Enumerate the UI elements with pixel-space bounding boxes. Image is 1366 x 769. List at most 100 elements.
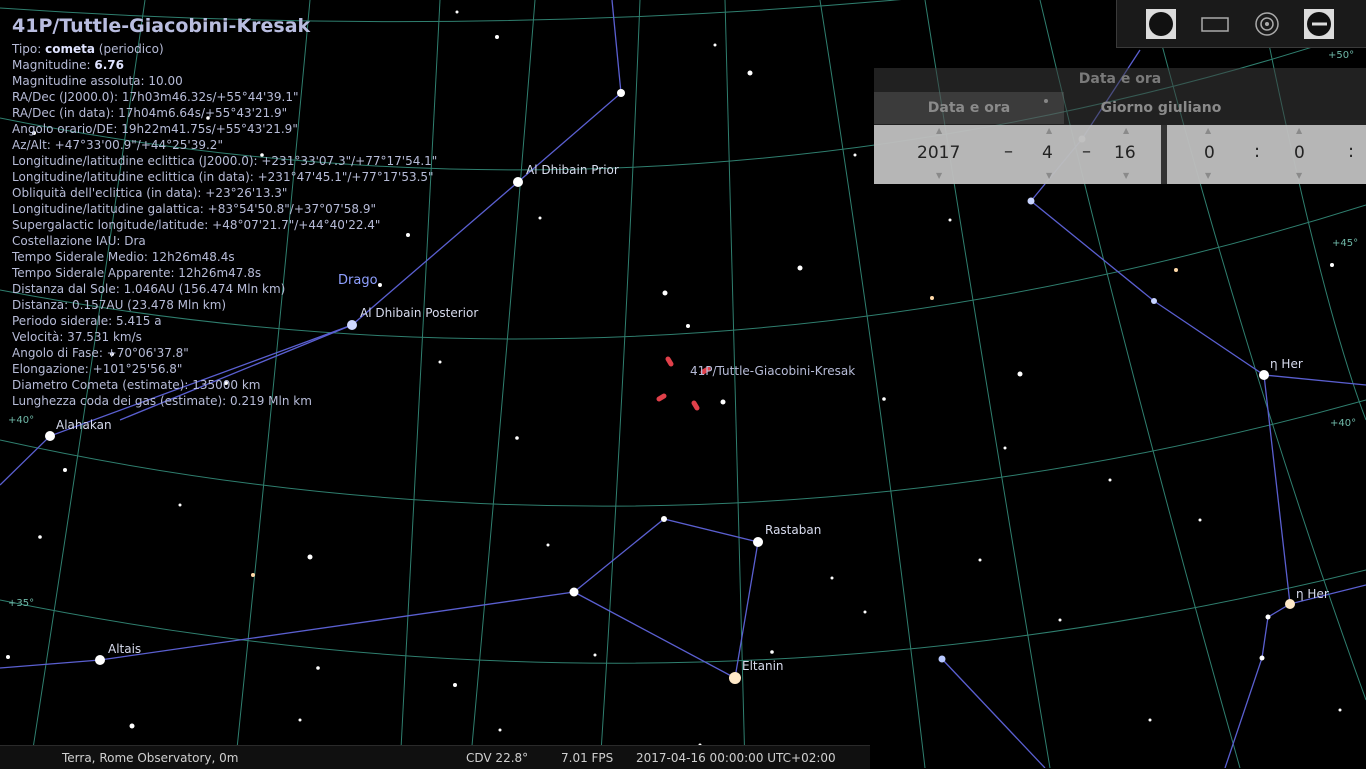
star-label-altais[interactable]: Altais [108,642,141,656]
star-label-eltanin[interactable]: Eltanin [742,659,784,673]
info-row-text: Supergalactic longitude/latitude: +48°07… [12,218,381,232]
info-row-text: Lunghezza coda dei gas (estimate): 0.219… [12,394,312,408]
info-row: Longitudine/latitudine galattica: +83°54… [12,201,437,217]
grid-label: +40° [1330,418,1357,429]
year-field[interactable]: 2017 [917,143,960,163]
year-down-arrow[interactable]: ▼ [936,171,942,180]
info-row-text: Longitudine/latitudine eclittica (in dat… [12,170,434,184]
info-row: Angolo orario/DE: 19h22m41.75s/+55°43'21… [12,121,437,137]
info-row: RA/Dec (J2000.0): 17h03m46.32s/+55°44'39… [12,89,437,105]
info-row: Periodo siderale: 5.415 a [12,313,437,329]
datetime-panel-title: Data e ora [1078,71,1162,87]
star-label-eta-her[interactable]: η Her [1270,357,1303,371]
info-row: Lunghezza coda dei gas (estimate): 0.219… [12,393,437,409]
tab-julian-day[interactable]: Giorno giuliano [1066,92,1256,124]
target-button[interactable] [1251,8,1283,40]
ocular-view-button[interactable] [1199,8,1231,40]
view-toolbar [1116,0,1366,48]
info-row-suffix: (periodico) [94,42,164,56]
planet-icon [1146,9,1176,39]
planet-display-button[interactable] [1145,8,1177,40]
info-row: Tempo Siderale Medio: 12h26m48.4s [12,249,437,265]
info-row: Velocità: 37.531 km/s [12,329,437,345]
info-row: Obliquità dell'eclittica (in data): +23°… [12,185,437,201]
grid-label: +50° [1328,50,1355,61]
status-bar: Terra, Rome Observatory, 0m CDV 22.8° 7.… [0,745,870,769]
grid-label: +45° [1332,238,1359,249]
hour-up-arrow[interactable]: ▲ [1205,126,1211,135]
info-row-text: Tipo: [12,42,46,56]
info-row: Distanza: 0.157AU (23.478 Mln km) [12,297,437,313]
info-row: Distanza dal Sole: 1.046AU (156.474 Mln … [12,281,437,297]
info-row-text: Angolo orario/DE: 19h22m41.75s/+55°43'21… [12,122,298,136]
date-separator: – [1004,141,1013,162]
star-label-eta-her-2[interactable]: η Her [1296,587,1329,601]
comet-label[interactable]: 41P/Tuttle-Giacobini-Kresak [690,364,855,378]
object-info-panel: 41P/Tuttle-Giacobini-Kresak Tipo: cometa… [12,14,437,409]
info-row-text: Longitudine/latitudine galattica: +83°54… [12,202,376,216]
info-row-text: Elongazione: +101°25'56.8" [12,362,183,376]
star-label-al-dhibain-prior[interactable]: Al Dhibain Prior [526,163,619,177]
info-row-text: Az/Alt: +47°33'00.9"/+44°25'39.2" [12,138,223,152]
object-title: 41P/Tuttle-Giacobini-Kresak [12,15,311,37]
telescope-icon [1304,9,1334,39]
info-row: RA/Dec (in data): 17h04m6.64s/+55°43'21.… [12,105,437,121]
hour-field[interactable]: 0 [1204,143,1215,163]
day-up-arrow[interactable]: ▲ [1123,126,1129,135]
info-row-text: Costellazione IAU: Dra [12,234,146,248]
info-row-text: RA/Dec (in data): 17h04m6.64s/+55°43'21.… [12,106,288,120]
minute-down-arrow[interactable]: ▼ [1296,171,1302,180]
info-row-text: Angolo di Fase: +70°06'37.8" [12,346,189,360]
info-row-text: Magnitudine: [12,58,95,72]
date-time-divider [1161,125,1167,184]
telescope-button[interactable] [1303,8,1335,40]
datetime-panel: Data e ora Data e ora Giorno giuliano ▲ … [874,68,1366,184]
month-field[interactable]: 4 [1042,143,1053,163]
date-separator: – [1082,141,1091,162]
info-row-text: Longitudine/latitudine eclittica (J2000.… [12,154,438,168]
info-row-value: cometa [45,42,95,56]
rectangle-frame-icon [1201,17,1229,32]
object-info-rows: Tipo: cometa (periodico) Magnitudine: 6.7… [12,41,437,409]
info-row-text: Velocità: 37.531 km/s [12,330,142,344]
info-row-text: Periodo siderale: 5.415 a [12,314,162,328]
info-row: Angolo di Fase: +70°06'37.8" [12,345,437,361]
month-down-arrow[interactable]: ▼ [1046,171,1052,180]
info-row: Supergalactic longitude/latitude: +48°07… [12,217,437,233]
grid-label: +35° [8,598,35,609]
info-row: Magnitudine: 6.76 [12,57,437,73]
star-label-rastaban[interactable]: Rastaban [765,523,821,537]
info-row: Tipo: cometa (periodico) [12,41,437,57]
day-down-arrow[interactable]: ▼ [1123,171,1129,180]
info-row: Costellazione IAU: Dra [12,233,437,249]
hour-down-arrow[interactable]: ▼ [1205,171,1211,180]
field-of-view-text: CDV 22.8° [466,751,529,765]
star-label-alahakan[interactable]: Alahakan [56,418,112,432]
year-up-arrow[interactable]: ▲ [936,126,942,135]
grid-label: +40° [8,415,35,426]
info-row-text: Tempo Siderale Apparente: 12h26m47.8s [12,266,262,280]
info-row: Tempo Siderale Apparente: 12h26m47.8s [12,265,437,281]
info-row: Magnitudine assoluta: 10.00 [12,73,437,89]
info-row: Longitudine/latitudine eclittica (J2000.… [12,153,437,169]
info-row-text: Obliquità dell'eclittica (in data): +23°… [12,186,288,200]
info-row-text: Tempo Siderale Medio: 12h26m48.4s [12,250,235,264]
target-icon [1255,12,1279,36]
info-row-text: RA/Dec (J2000.0): 17h03m46.32s/+55°44'39… [12,90,299,104]
day-field[interactable]: 16 [1114,143,1136,163]
minute-up-arrow[interactable]: ▲ [1296,126,1302,135]
info-row: Longitudine/latitudine eclittica (in dat… [12,169,437,185]
location-text[interactable]: Terra, Rome Observatory, 0m [62,751,238,765]
info-row: Diametro Cometa (estimate): 135000 km [12,377,437,393]
month-up-arrow[interactable]: ▲ [1046,126,1052,135]
datetime-text[interactable]: 2017-04-16 00:00:00 UTC+02:00 [636,751,836,765]
info-row-value: 6.76 [94,58,124,72]
tab-date-time[interactable]: Data e ora [874,92,1064,124]
minute-field[interactable]: 0 [1294,143,1305,163]
time-separator: : [1254,141,1261,162]
info-row-text: Distanza dal Sole: 1.046AU (156.474 Mln … [12,282,286,296]
fps-text: 7.01 FPS [561,751,614,765]
info-row: Az/Alt: +47°33'00.9"/+44°25'39.2" [12,137,437,153]
datetime-fields: ▲ 2017 ▼ – ▲ 4 ▼ – ▲ 16 ▼ ▲ 0 ▼ : ▲ 0 ▼ … [874,125,1366,184]
info-row-text: Magnitudine assoluta: 10.00 [12,74,183,88]
